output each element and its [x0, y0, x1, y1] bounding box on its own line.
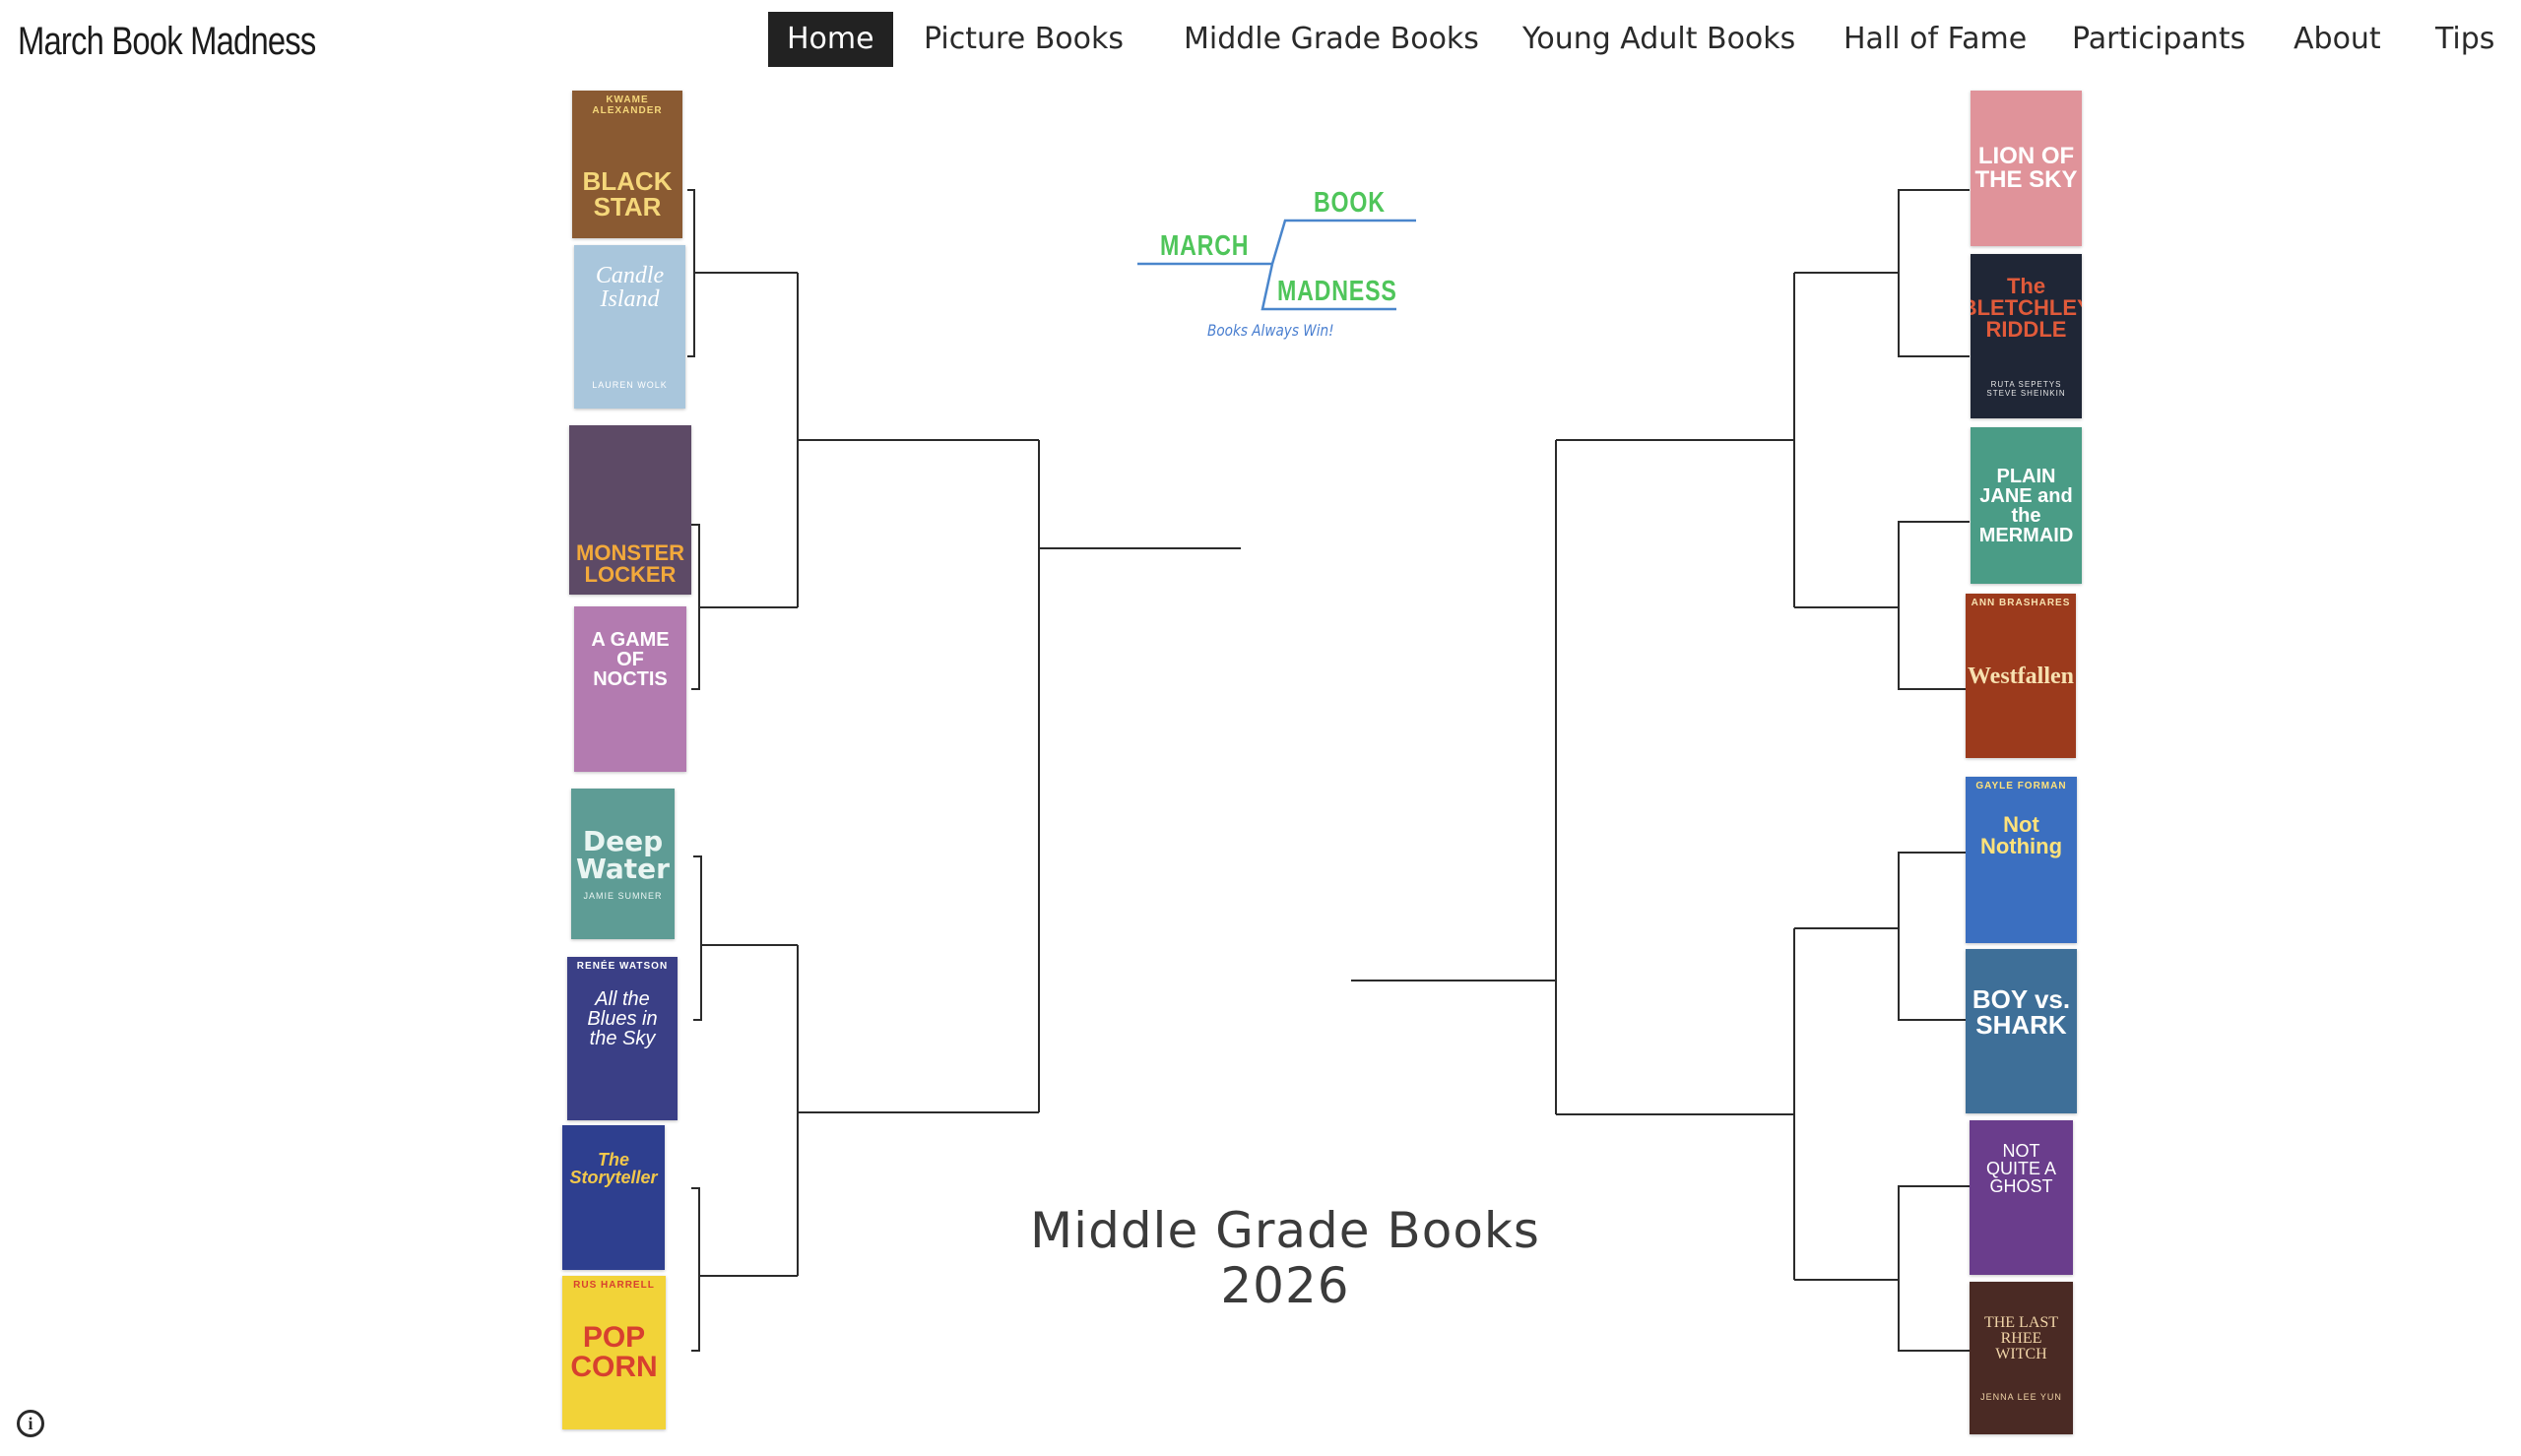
bracket-title: Middle Grade Books 2026 [1024, 1203, 1546, 1313]
cover-title: MONSTER LOCKER [576, 540, 684, 587]
book-cover-not-quite-a-ghost[interactable]: NOT QUITE A GHOST [1970, 1120, 2073, 1275]
book-cover-black-star[interactable]: KWAME ALEXANDER BLACK STAR [572, 91, 682, 238]
bracket-line [1898, 189, 1970, 357]
bracket-line [691, 1187, 700, 1352]
bracket-line [687, 189, 695, 357]
cover-title: NOT QUITE A GHOST [1985, 1140, 2056, 1196]
cover-title: Deep Water [576, 824, 670, 885]
book-cover-bletchley-riddle[interactable]: The BLETCHLEY RIDDLE RUTA SEPETYS STEVE … [1971, 254, 2082, 418]
book-cover-lion-of-the-sky[interactable]: LION OF THE SKY [1971, 91, 2082, 246]
book-cover-westfallen[interactable]: ANN BRASHARES Westfallen [1966, 594, 2076, 758]
book-cover-game-of-noctis[interactable]: A GAME OF NOCTIS [574, 606, 686, 772]
cover-title: Not Nothing [1979, 811, 2063, 858]
logo-book: BOOK [1314, 187, 1386, 219]
bracket-line [1898, 1185, 1970, 1352]
bracket-title-line2: 2026 [1220, 1257, 1350, 1314]
bracket-line [1898, 852, 1970, 1021]
book-cover-candle-island[interactable]: Candle Island LAUREN WOLK [574, 245, 685, 409]
cover-title: BOY vs. SHARK [1972, 983, 2071, 1040]
cover-author: RENÉE WATSON [576, 961, 669, 972]
cover-title: All the Blues in the Sky [587, 988, 658, 1049]
cover-author: ANN BRASHARES [1971, 598, 2071, 608]
cover-title: BLACK STAR [582, 166, 673, 222]
book-cover-deep-water[interactable]: Deep Water JAMIE SUMNER [571, 789, 675, 939]
cover-title: POP CORN [570, 1321, 658, 1383]
cover-author: KWAME ALEXANDER [592, 95, 663, 116]
cover-title: THE LAST RHEE WITCH [1983, 1313, 2059, 1362]
book-cover-the-storyteller[interactable]: The Storyteller [562, 1125, 665, 1270]
cover-author: RUTA SEPETYS STEVE SHEINKIN [1986, 379, 2066, 398]
cover-author: LAUREN WOLK [592, 380, 668, 390]
info-icon[interactable]: i [17, 1410, 44, 1437]
cover-title: A GAME OF NOCTIS [591, 629, 670, 690]
cover-title: The Storyteller [569, 1149, 658, 1187]
book-cover-not-nothing[interactable]: GAYLE FORMAN Not Nothing [1966, 777, 2077, 943]
logo-tagline: Books Always Win! [1207, 321, 1334, 340]
bracket-line [691, 524, 700, 690]
cover-title: LION OF THE SKY [1974, 143, 2078, 193]
bracket-line [693, 855, 702, 1021]
cover-title: Westfallen [1968, 663, 2074, 689]
book-cover-popcorn[interactable]: RUS HARRELL POP CORN [562, 1276, 666, 1429]
book-cover-last-rhee-witch[interactable]: THE LAST RHEE WITCH JENNA LEE YUN [1970, 1282, 2073, 1434]
cover-author: RUS HARRELL [573, 1280, 655, 1291]
cover-title: The BLETCHLEY RIDDLE [1971, 273, 2082, 342]
cover-author: JAMIE SUMNER [583, 890, 663, 901]
book-cover-plain-jane-mermaid[interactable]: PLAIN JANE and the MERMAID [1971, 427, 2082, 584]
bracket-line [1898, 521, 1970, 690]
book-cover-monster-locker[interactable]: MONSTER LOCKER [569, 425, 691, 595]
cover-author: JENNA LEE YUN [1980, 1391, 2062, 1402]
logo-madness: MADNESS [1277, 276, 1397, 307]
bracket-title-line1: Middle Grade Books [1030, 1202, 1540, 1259]
cover-title: PLAIN JANE and the MERMAID [1978, 465, 2074, 546]
book-cover-boy-vs-shark[interactable]: BOY vs. SHARK [1966, 949, 2077, 1113]
cover-title: Candle Island [595, 263, 665, 312]
logo-march: MARCH [1160, 230, 1250, 262]
book-cover-all-the-blues-in-the-sky[interactable]: RENÉE WATSON All the Blues in the Sky [567, 957, 678, 1120]
cover-author: GAYLE FORMAN [1975, 781, 2067, 791]
